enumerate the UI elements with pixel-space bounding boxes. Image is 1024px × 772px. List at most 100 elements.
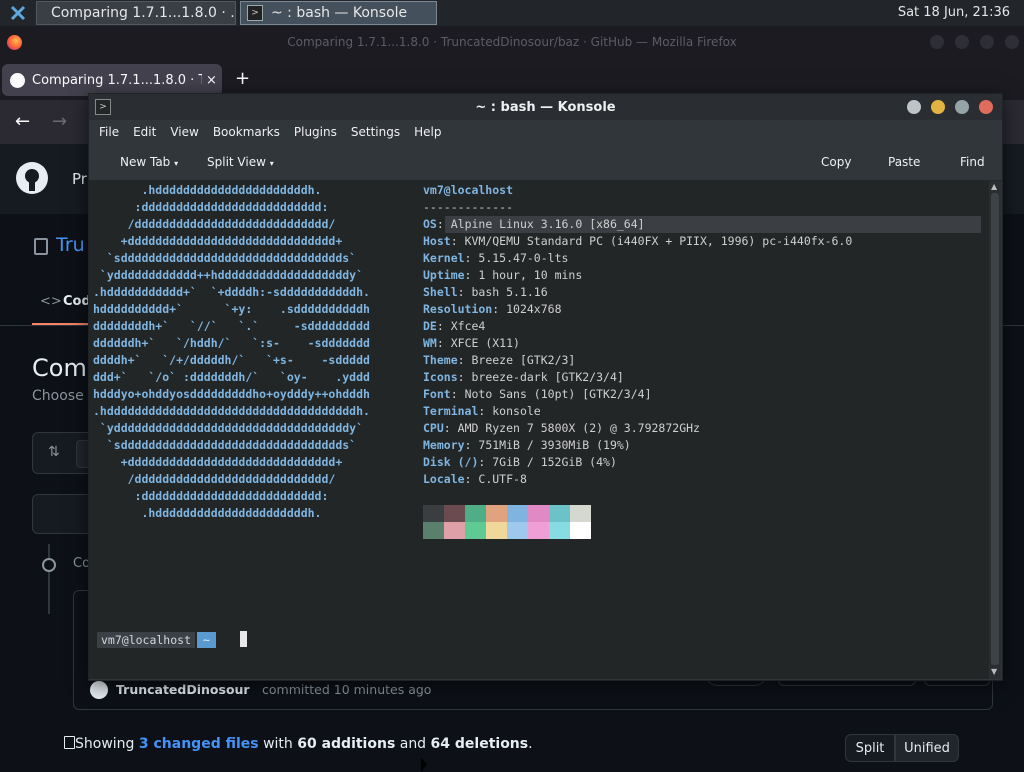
new-tab-button[interactable]: + [235, 68, 250, 89]
menu-help[interactable]: Help [414, 125, 441, 139]
fetch-info-colon: : [450, 234, 465, 248]
github-logo-icon[interactable] [16, 162, 48, 194]
fetch-info-key: Host [423, 234, 451, 248]
color-swatch [528, 505, 549, 522]
menu-file[interactable]: File [99, 125, 119, 139]
close-button[interactable] [979, 100, 993, 114]
fetch-info-key: Theme [423, 353, 458, 367]
menu-edit[interactable]: Edit [133, 125, 156, 139]
back-icon[interactable]: ← [15, 111, 30, 132]
fetch-info-line: Disk (/): 7GiB / 152GiB (4%) [423, 454, 617, 471]
fetch-info-key: Terminal [423, 404, 479, 418]
fetch-info-key: Locale [423, 472, 465, 486]
close-tab-icon[interactable]: × [206, 73, 217, 88]
fetch-info-value: breeze-dark [GTK2/3/4] [471, 370, 624, 384]
fetch-info-colon: : [436, 336, 451, 350]
new-tab-label: New Tab [120, 155, 171, 169]
color-swatch [528, 522, 549, 539]
github-nav-partial[interactable]: Pr [72, 170, 87, 188]
github-favicon-icon [10, 72, 25, 88]
fetch-info-key: Memory [423, 438, 465, 452]
firefox-maximize-button[interactable] [980, 35, 994, 49]
split-button[interactable]: Split [845, 734, 895, 762]
firefox-menu-icon[interactable] [7, 35, 22, 50]
menu-plugins[interactable]: Plugins [294, 125, 337, 139]
and-text: and [399, 736, 427, 752]
fetch-info-value: KVM/QEMU Standard PC (i440FX + PIIX, 199… [464, 234, 853, 248]
split-view-label: Split View [207, 155, 266, 169]
fetch-info-key: Font [423, 387, 451, 401]
color-swatch [423, 505, 444, 522]
app-menu-icon[interactable] [9, 4, 27, 22]
fetch-info-value: 5.15.47-0-lts [478, 251, 569, 265]
fetch-info-colon: : [450, 387, 465, 401]
copy-button[interactable]: Copy [821, 155, 851, 169]
fetch-info-line: Resolution: 1024x768 [423, 301, 562, 318]
taskbar-konsole[interactable]: > ~ : bash — Konsole [240, 1, 437, 25]
fetch-info-key: WM [423, 336, 437, 350]
alpine-ascii-logo: .hddddddddddddddddddddddh. :dddddddddddd… [93, 183, 370, 520]
firefox-minimize-button[interactable] [955, 35, 969, 49]
color-swatch [423, 522, 444, 539]
fetch-info-colon: : [457, 285, 472, 299]
color-swatch [444, 522, 465, 539]
taskbar-firefox[interactable]: Comparing 1.7.1...1.8.0 · ... [36, 1, 236, 25]
additions-count: 60 additions [297, 736, 396, 752]
commit-author[interactable]: TruncatedDinosour [116, 682, 250, 697]
color-swatch [549, 505, 570, 522]
fetch-info-value: Breeze [GTK2/3] [471, 353, 576, 367]
fetch-info-colon: : [464, 438, 479, 452]
terminal-scrollbar[interactable]: ▲ ▼ [989, 181, 1001, 679]
clock[interactable]: Sat 18 Jun, 21:36 [898, 5, 1010, 20]
terminal-area[interactable]: .hddddddddddddddddddddddh. :dddddddddddd… [89, 181, 989, 679]
new-tab-button[interactable]: New Tab ▾ [120, 155, 178, 169]
konsole-menubar: File Edit View Bookmarks Plugins Setting… [89, 120, 1002, 144]
konsole-titlebar[interactable]: ~ : bash — Konsole [89, 94, 1002, 120]
create-pr-box[interactable] [32, 494, 94, 534]
fetch-info-line: Uptime: 1 hour, 10 mins [423, 267, 582, 284]
fetch-header: vm7@localhost [423, 183, 514, 197]
commit-icon [42, 558, 56, 572]
fetch-info-colon: : [464, 268, 479, 282]
find-button[interactable]: Find [960, 155, 985, 169]
fetch-info-value: Xfce4 [450, 319, 486, 333]
firefox-close-button[interactable] [1005, 35, 1019, 49]
changed-files-link[interactable]: 3 changed files [139, 736, 259, 752]
fetch-info-colon: : [478, 404, 493, 418]
scrollbar-thumb[interactable] [991, 193, 999, 665]
fetch-info-line: Terminal: konsole [423, 403, 541, 420]
firefox-tab-title: Comparing 1.7.1...1.8.0 · Tr [32, 72, 202, 88]
forward-icon[interactable]: → [52, 111, 67, 132]
repo-name-partial[interactable]: Tru [56, 234, 85, 256]
firefox-titlebar: Comparing 1.7.1...1.8.0 · TruncatedDinos… [0, 26, 1024, 58]
color-swatch [570, 505, 591, 522]
maximize-button[interactable] [955, 100, 969, 114]
minimize-button[interactable] [931, 100, 945, 114]
file-diff-icon [64, 736, 75, 749]
firefox-shade-button[interactable] [930, 35, 944, 49]
menu-bookmarks[interactable]: Bookmarks [213, 125, 280, 139]
konsole-app-icon[interactable]: > [95, 99, 111, 115]
fetch-info-line: Font: Noto Sans (10pt) [GTK2/3/4] [423, 386, 652, 403]
keep-above-icon[interactable] [907, 100, 921, 114]
split-view-button[interactable]: Split View ▾ [207, 155, 274, 169]
scroll-up-icon[interactable]: ▲ [991, 182, 997, 191]
menu-view[interactable]: View [170, 125, 198, 139]
firefox-tab[interactable]: Comparing 1.7.1...1.8.0 · Tr × [2, 64, 222, 96]
unified-button[interactable]: Unified [895, 734, 959, 762]
menu-settings[interactable]: Settings [351, 125, 400, 139]
fetch-info-line: Icons: breeze-dark [GTK2/3/4] [423, 369, 624, 386]
paste-button[interactable]: Paste [888, 155, 920, 169]
color-swatch [486, 505, 507, 522]
fetch-info-key: Kernel [423, 251, 465, 265]
chevron-down-icon: ▾ [174, 159, 179, 168]
fetch-info-key: Icons [423, 370, 458, 384]
scroll-down-icon[interactable]: ▼ [991, 667, 997, 676]
terminal-icon: > [247, 5, 263, 21]
code-tab-partial[interactable]: Cod [63, 294, 91, 309]
author-avatar[interactable] [90, 681, 108, 699]
fetch-info-colon: : [464, 472, 479, 486]
konsole-toolbar: New Tab ▾ Split View ▾ Copy Paste Find [89, 144, 1002, 181]
fetch-info-colon: : [478, 455, 493, 469]
fetch-info-value: Noto Sans (10pt) [GTK2/3/4] [464, 387, 652, 401]
